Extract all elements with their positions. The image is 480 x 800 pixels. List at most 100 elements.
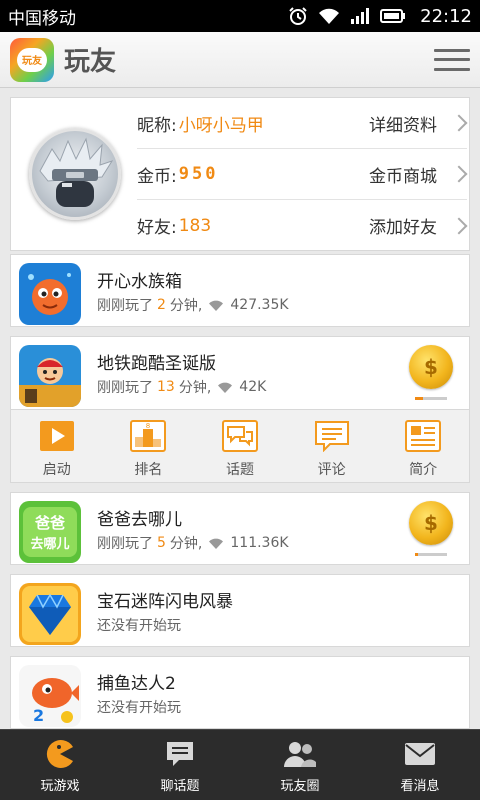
bottom-navigation: 玩游戏 聊话题 玩友圈 看消息 bbox=[0, 729, 480, 800]
intro-button[interactable]: 简介 bbox=[377, 410, 469, 482]
played-minutes: 5 bbox=[157, 535, 166, 551]
carrier-label: 中国移动 bbox=[8, 8, 76, 29]
clock: 22:12 bbox=[420, 5, 472, 27]
topics-button[interactable]: 话题 bbox=[194, 410, 286, 482]
app-header: 玩友 玩友 bbox=[0, 32, 480, 88]
comment-icon bbox=[314, 420, 350, 453]
game-list-item[interactable]: 2 捕鱼达人2 还没有开始玩 bbox=[10, 656, 470, 729]
svg-text:8: 8 bbox=[146, 422, 150, 430]
comments-button[interactable]: 评论 bbox=[286, 410, 378, 482]
dad-where-game-icon: 爸爸 去哪儿 bbox=[19, 501, 81, 563]
status-bar: 中国移动 22:12 bbox=[0, 0, 480, 32]
tab-friends-circle[interactable]: 玩友圈 bbox=[240, 730, 360, 800]
info-card-icon bbox=[405, 420, 442, 452]
game-status: 刚刚玩了 2 分钟, 427.35K bbox=[97, 295, 289, 315]
friends-count: 183 bbox=[178, 215, 212, 236]
game-name: 宝石迷阵闪电风暴 bbox=[97, 592, 233, 612]
app-logo-text: 玩友 bbox=[17, 47, 47, 72]
game-list-item[interactable]: 爸爸 去哪儿 爸爸去哪儿 刚刚玩了 5 分钟, 111.36K $ bbox=[10, 492, 470, 565]
tab-chat-topics[interactable]: 聊话题 bbox=[120, 730, 240, 800]
nickname-value: 小呀小马甲 bbox=[178, 115, 264, 136]
action-label: 简介 bbox=[409, 462, 438, 478]
ranking-button[interactable]: 8 排名 bbox=[103, 410, 195, 482]
minutes-suffix: 分钟, bbox=[169, 298, 203, 314]
nav-label: 玩友圈 bbox=[280, 779, 320, 794]
coin-progress-fill bbox=[415, 397, 423, 400]
game-size: 42K bbox=[239, 379, 267, 395]
action-label: 话题 bbox=[225, 462, 254, 478]
coin-store-link[interactable]: 金币商城 bbox=[369, 162, 437, 187]
coin-progress-fill bbox=[415, 553, 419, 556]
nickname-row[interactable]: 昵称: 小呀小马甲 详细资料 bbox=[137, 98, 468, 149]
chevron-right-icon bbox=[450, 114, 468, 132]
played-prefix: 刚刚玩了 bbox=[97, 298, 153, 314]
nav-label: 聊话题 bbox=[160, 779, 200, 794]
wifi-icon bbox=[217, 381, 233, 394]
tab-messages[interactable]: 看消息 bbox=[360, 730, 480, 800]
not-started-label: 还没有开始玩 bbox=[97, 700, 181, 716]
chevron-right-icon bbox=[450, 165, 468, 183]
game-status: 刚刚玩了 13 分钟, 42K bbox=[97, 377, 266, 397]
podium-icon: 8 bbox=[130, 420, 167, 452]
minutes-suffix: 分钟, bbox=[178, 380, 212, 396]
game-status: 刚刚玩了 5 分钟, 111.36K bbox=[97, 533, 289, 553]
action-label: 启动 bbox=[42, 462, 71, 478]
not-started-label: 还没有开始玩 bbox=[97, 618, 181, 634]
played-prefix: 刚刚玩了 bbox=[97, 380, 153, 396]
battery-icon bbox=[380, 8, 406, 24]
game-list-item[interactable]: 开心水族箱 刚刚玩了 2 分钟, 427.35K bbox=[10, 254, 470, 327]
wifi-icon bbox=[208, 537, 224, 550]
pacman-icon bbox=[43, 739, 77, 769]
wifi-icon bbox=[208, 299, 224, 312]
game-list-item[interactable]: 地铁跑酷圣诞版 刚刚玩了 13 分钟, 42K $ bbox=[10, 336, 470, 410]
menu-icon[interactable] bbox=[434, 45, 470, 75]
game-size: 111.36K bbox=[230, 535, 289, 551]
nav-label: 看消息 bbox=[400, 779, 440, 794]
bejeweled-game-icon bbox=[19, 583, 81, 645]
coins-row[interactable]: 金币: 950 金币商城 bbox=[137, 149, 468, 200]
game-name: 捕鱼达人2 bbox=[97, 674, 176, 694]
action-label: 评论 bbox=[317, 462, 346, 478]
app-logo: 玩友 bbox=[10, 37, 54, 82]
minutes-suffix: 分钟, bbox=[169, 536, 203, 552]
game-name: 地铁跑酷圣诞版 bbox=[97, 354, 216, 374]
nav-label: 玩游戏 bbox=[40, 779, 80, 794]
svg-text:2: 2 bbox=[33, 706, 44, 725]
game-name: 开心水族箱 bbox=[97, 272, 182, 292]
fishing-joy-game-icon: 2 bbox=[19, 665, 81, 727]
game-status: 还没有开始玩 bbox=[97, 615, 181, 635]
play-icon bbox=[39, 420, 75, 452]
add-friend-link[interactable]: 添加好友 bbox=[369, 213, 437, 238]
profile-card: 昵称: 小呀小马甲 详细资料 金币: 950 金币商城 好友: 183 添加好友 bbox=[10, 97, 470, 251]
coin-reward-icon[interactable]: $ bbox=[409, 345, 453, 389]
game-name: 爸爸去哪儿 bbox=[97, 510, 182, 530]
subway-surfers-game-icon bbox=[19, 345, 81, 407]
friends-row[interactable]: 好友: 183 添加好友 bbox=[137, 200, 468, 251]
coin-reward-icon[interactable]: $ bbox=[409, 501, 453, 545]
avatar[interactable] bbox=[29, 128, 121, 220]
friends-label: 好友: bbox=[137, 218, 177, 238]
action-label: 排名 bbox=[134, 462, 163, 478]
chevron-right-icon bbox=[450, 217, 468, 234]
game-list-item[interactable]: 宝石迷阵闪电风暴 还没有开始玩 bbox=[10, 574, 470, 647]
signal-icon bbox=[350, 7, 370, 25]
alarm-icon bbox=[288, 6, 308, 26]
coins-label: 金币: bbox=[137, 166, 177, 187]
details-link[interactable]: 详细资料 bbox=[369, 111, 437, 136]
coin-progress-bar bbox=[415, 397, 447, 400]
nickname-label: 昵称: bbox=[137, 115, 177, 136]
tab-play-games[interactable]: 玩游戏 bbox=[0, 730, 120, 800]
coin-progress-bar bbox=[415, 553, 447, 556]
chat-icon bbox=[163, 739, 197, 769]
mail-icon bbox=[403, 739, 437, 769]
wifi-icon bbox=[318, 7, 340, 25]
game-action-bar: 启动 8 排名 话题 评论 简介 bbox=[10, 410, 470, 483]
svg-text:去哪儿: 去哪儿 bbox=[30, 536, 69, 552]
chat-bubbles-icon bbox=[221, 420, 258, 452]
friends-icon bbox=[283, 739, 317, 769]
coins-value: 950 bbox=[178, 164, 219, 184]
played-prefix: 刚刚玩了 bbox=[97, 536, 153, 552]
launch-button[interactable]: 启动 bbox=[11, 410, 103, 482]
svg-text:爸爸: 爸爸 bbox=[34, 514, 65, 532]
game-size: 427.35K bbox=[230, 297, 289, 313]
